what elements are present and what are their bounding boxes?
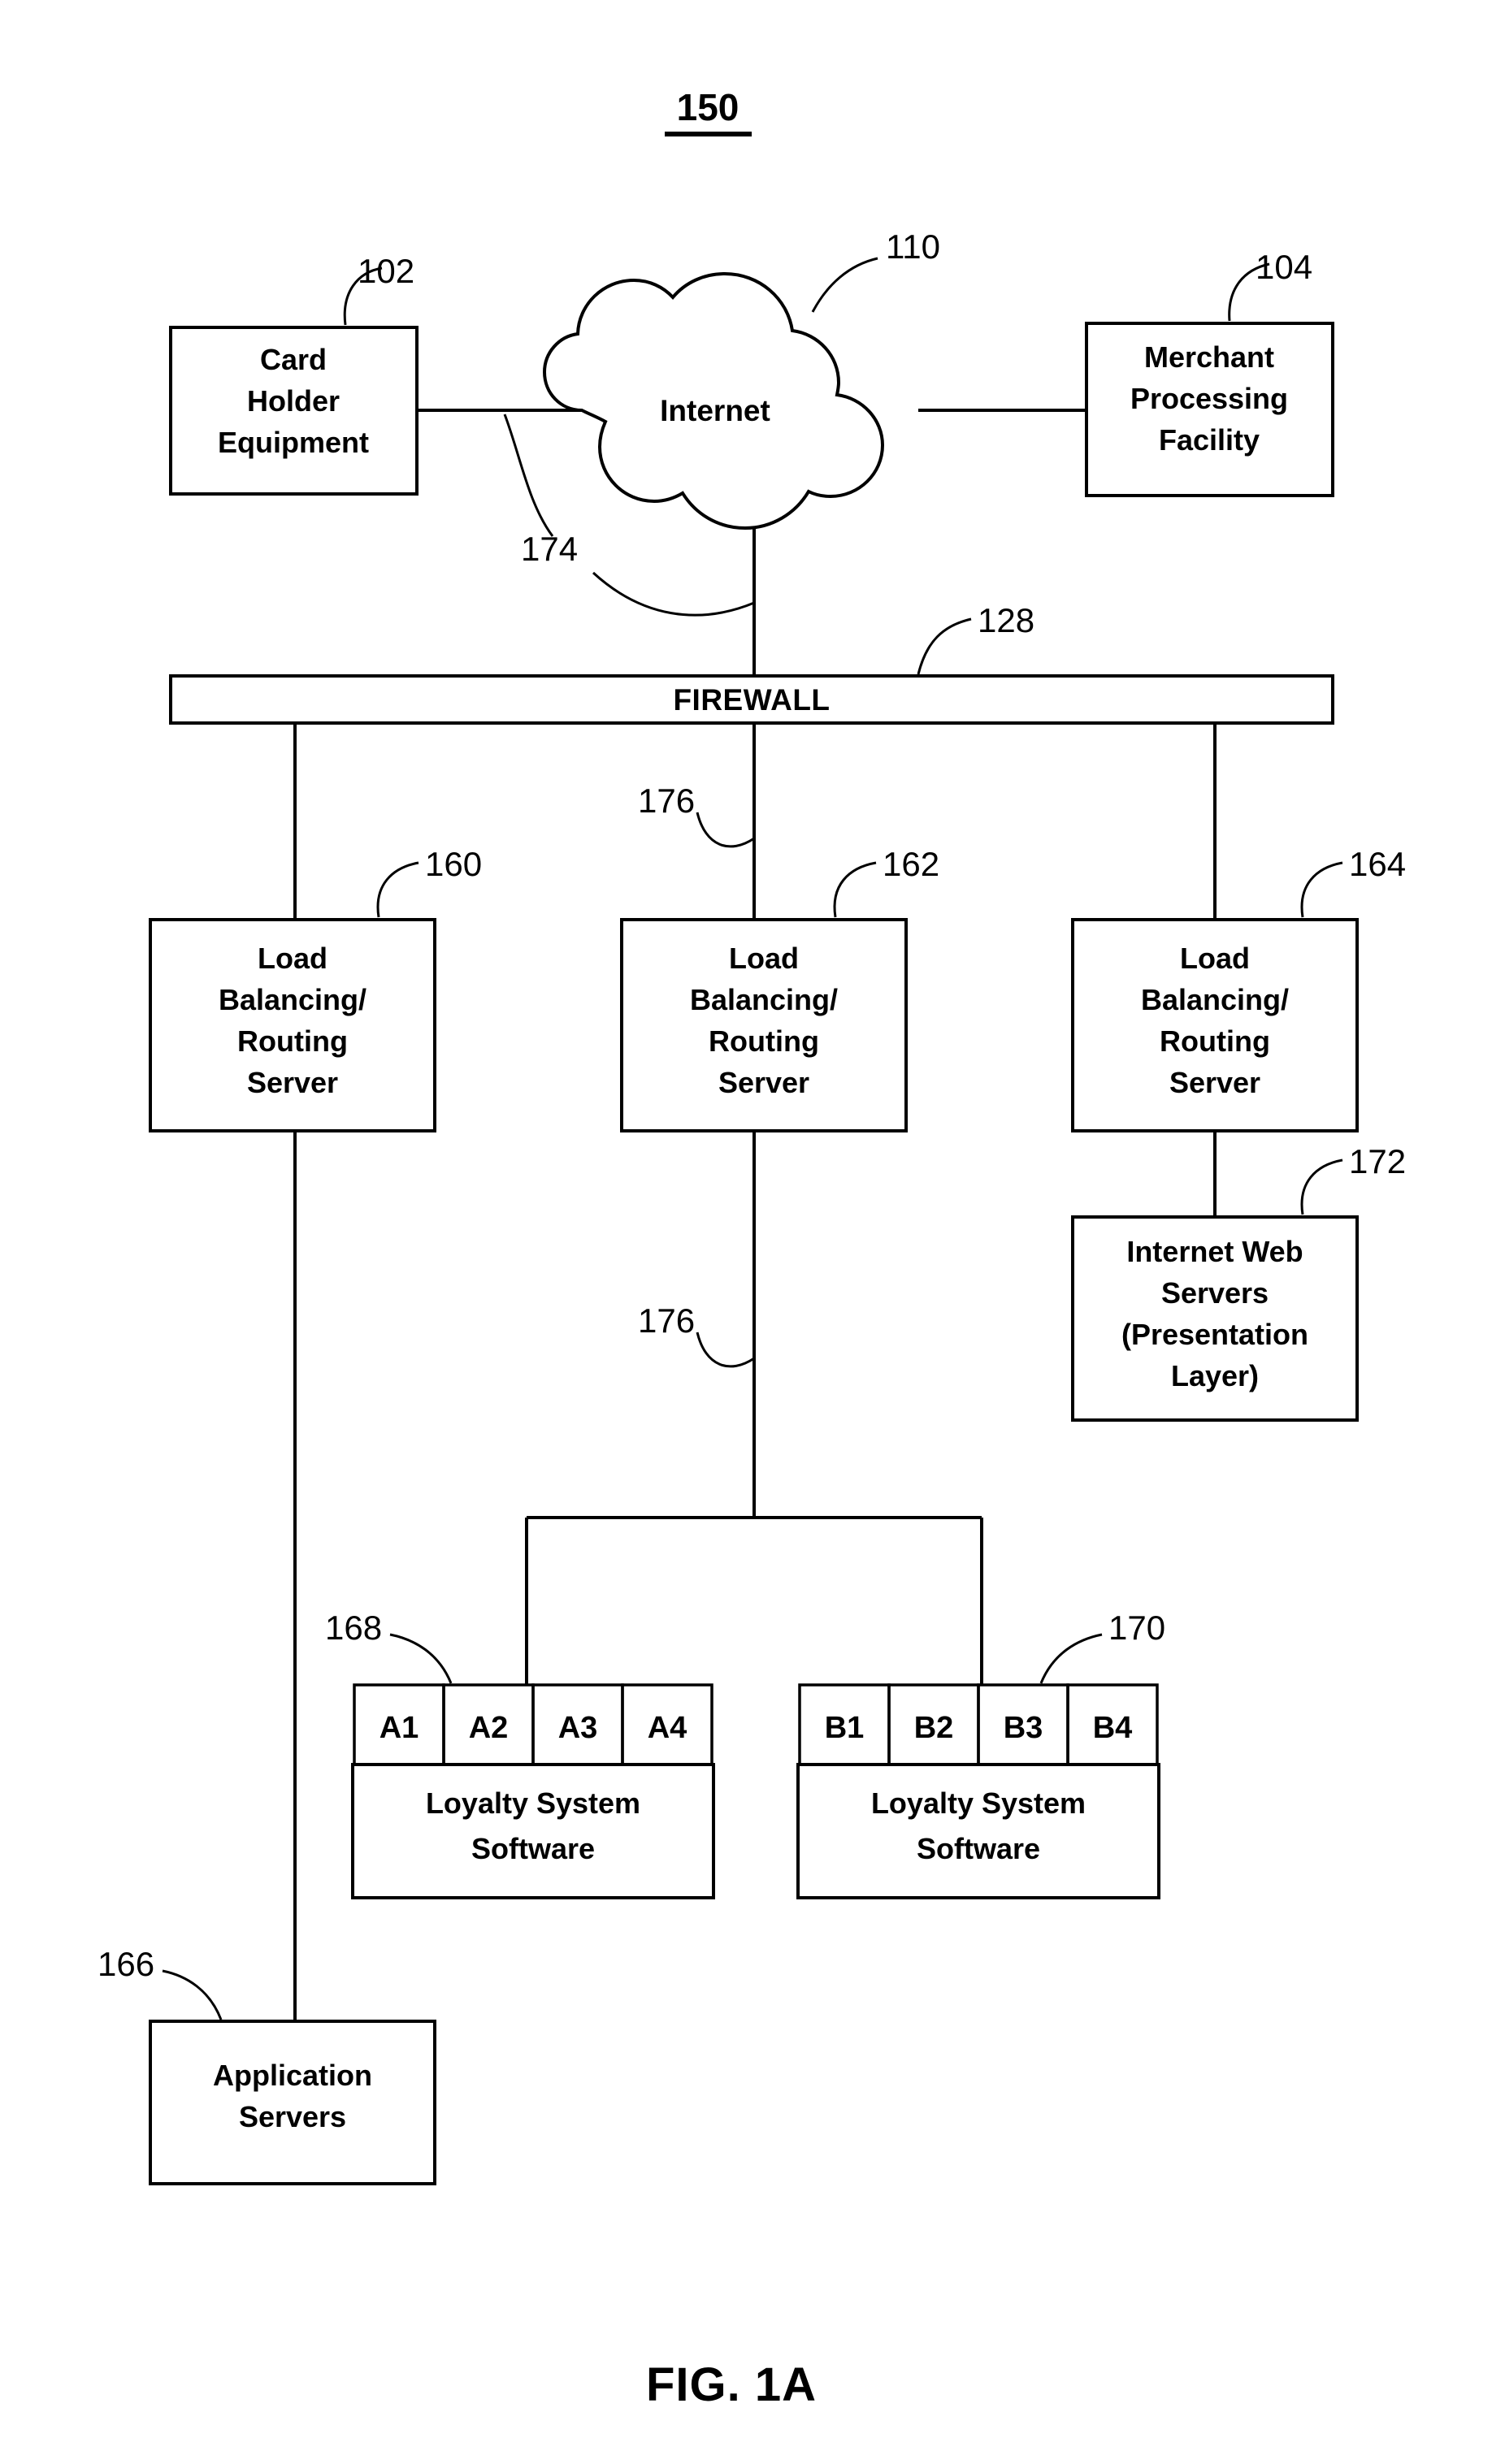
lb-left-line-4: Server bbox=[247, 1066, 338, 1099]
leader-168 bbox=[389, 1633, 453, 1684]
leader-176-upper bbox=[696, 812, 755, 848]
figure-caption: FIG. 1A bbox=[646, 2358, 817, 2411]
cluster-a-cell-label-3: A4 bbox=[648, 1711, 687, 1745]
cluster-b-cell-label-1: B2 bbox=[914, 1711, 954, 1745]
leader-172 bbox=[1300, 1158, 1343, 1215]
lb-center-line-1: Load bbox=[729, 942, 799, 975]
cluster-b-cell-label-3: B4 bbox=[1093, 1711, 1133, 1745]
ref-number-110: 110 bbox=[886, 227, 940, 266]
lb-left-line-2: Balancing/ bbox=[219, 983, 366, 1016]
leader-166 bbox=[162, 1969, 223, 2020]
lb-left-line-1: Load bbox=[258, 942, 327, 975]
leader-174-lower bbox=[592, 571, 755, 617]
node-internet-web-servers[interactable]: Internet Web Servers (Presentation Layer… bbox=[1071, 1215, 1359, 1422]
node-cluster-a[interactable]: A1 A2 A3 A4 Loyalty System Software bbox=[351, 1683, 715, 1899]
lb-left-line-3: Routing bbox=[237, 1024, 348, 1058]
cluster-a-software-line-1: Loyalty System bbox=[426, 1786, 640, 1820]
lb-center-line-2: Balancing/ bbox=[690, 983, 838, 1016]
internet-label: Internet bbox=[660, 394, 770, 427]
ref-number-176-lower: 176 bbox=[638, 1301, 695, 1340]
node-load-balancing-server-right[interactable]: Load Balancing/ Routing Server bbox=[1071, 918, 1359, 1132]
cluster-a-cell-label-2: A3 bbox=[558, 1711, 598, 1745]
cluster-b-software-line-1: Loyalty System bbox=[871, 1786, 1086, 1820]
ref-number-164: 164 bbox=[1349, 845, 1406, 883]
node-card-holder-equipment[interactable]: Card Holder Equipment bbox=[169, 326, 419, 496]
network-architecture-diagram: 150 Card Holder Equipment 102 Internet 1… bbox=[98, 86, 1406, 2411]
ref-number-162: 162 bbox=[883, 845, 939, 883]
lb-right-line-1: Load bbox=[1180, 942, 1250, 975]
lb-center-line-4: Server bbox=[718, 1066, 809, 1099]
lb-right-line-2: Balancing/ bbox=[1141, 983, 1289, 1016]
ref-number-170: 170 bbox=[1108, 1609, 1165, 1647]
cluster-a-software-box bbox=[351, 1763, 715, 1899]
lb-center-line-3: Routing bbox=[709, 1024, 819, 1058]
node-application-servers[interactable]: Application Servers bbox=[149, 2020, 436, 2185]
leader-128 bbox=[917, 617, 972, 675]
app-servers-line-1: Application bbox=[213, 2059, 372, 2092]
web-servers-line-3: (Presentation bbox=[1121, 1318, 1308, 1351]
ref-number-176-upper: 176 bbox=[638, 782, 695, 820]
ref-number-160: 160 bbox=[425, 845, 482, 883]
node-cluster-b[interactable]: B1 B2 B3 B4 Loyalty System Software bbox=[796, 1683, 1160, 1899]
node-merchant-processing-facility[interactable]: Merchant Processing Facility bbox=[1085, 322, 1334, 497]
lb-right-line-3: Routing bbox=[1160, 1024, 1270, 1058]
leader-162 bbox=[833, 861, 877, 918]
merchant-line-1: Merchant bbox=[1144, 340, 1274, 374]
leader-174-upper bbox=[503, 414, 554, 537]
card-holder-line-1: Card bbox=[260, 343, 327, 376]
leader-164 bbox=[1300, 861, 1343, 918]
firewall-label: FIREWALL bbox=[673, 683, 830, 717]
node-load-balancing-server-left[interactable]: Load Balancing/ Routing Server bbox=[149, 918, 436, 1132]
leader-176-lower bbox=[696, 1332, 755, 1368]
ref-number-104: 104 bbox=[1256, 248, 1312, 286]
cluster-b-software-line-2: Software bbox=[917, 1832, 1040, 1865]
lb-right-line-4: Server bbox=[1169, 1066, 1260, 1099]
card-holder-line-2: Holder bbox=[247, 384, 340, 418]
leader-110 bbox=[811, 257, 878, 313]
ref-number-166: 166 bbox=[98, 1945, 154, 1983]
ref-number-174: 174 bbox=[521, 530, 578, 568]
cluster-b-software-box bbox=[796, 1763, 1160, 1899]
app-servers-line-2: Servers bbox=[239, 2100, 346, 2133]
merchant-line-3: Facility bbox=[1159, 423, 1260, 457]
web-servers-line-1: Internet Web bbox=[1126, 1235, 1303, 1268]
ref-number-128: 128 bbox=[978, 601, 1034, 639]
ref-number-168: 168 bbox=[325, 1609, 382, 1647]
web-servers-line-2: Servers bbox=[1161, 1276, 1269, 1310]
cluster-a-cell-label-1: A2 bbox=[469, 1711, 509, 1745]
cluster-b-cell-label-2: B3 bbox=[1004, 1711, 1043, 1745]
ref-number-102: 102 bbox=[358, 252, 414, 290]
node-load-balancing-server-center[interactable]: Load Balancing/ Routing Server bbox=[620, 918, 908, 1132]
figure-number: 150 bbox=[677, 86, 739, 128]
cluster-a-software-line-2: Software bbox=[471, 1832, 595, 1865]
ref-number-172: 172 bbox=[1349, 1142, 1406, 1180]
web-servers-line-4: Layer) bbox=[1171, 1359, 1259, 1392]
cluster-b-cell-label-0: B1 bbox=[825, 1711, 865, 1745]
node-firewall[interactable]: FIREWALL bbox=[169, 674, 1334, 725]
node-internet-cloud[interactable]: Internet bbox=[542, 271, 885, 530]
leader-170 bbox=[1039, 1633, 1103, 1684]
cluster-a-cell-label-0: A1 bbox=[380, 1711, 419, 1745]
leader-160 bbox=[376, 861, 419, 918]
merchant-line-2: Processing bbox=[1130, 382, 1288, 415]
card-holder-line-3: Equipment bbox=[218, 426, 369, 459]
patent-figure-sheet: 150 Card Holder Equipment 102 Internet 1… bbox=[0, 0, 1505, 2464]
